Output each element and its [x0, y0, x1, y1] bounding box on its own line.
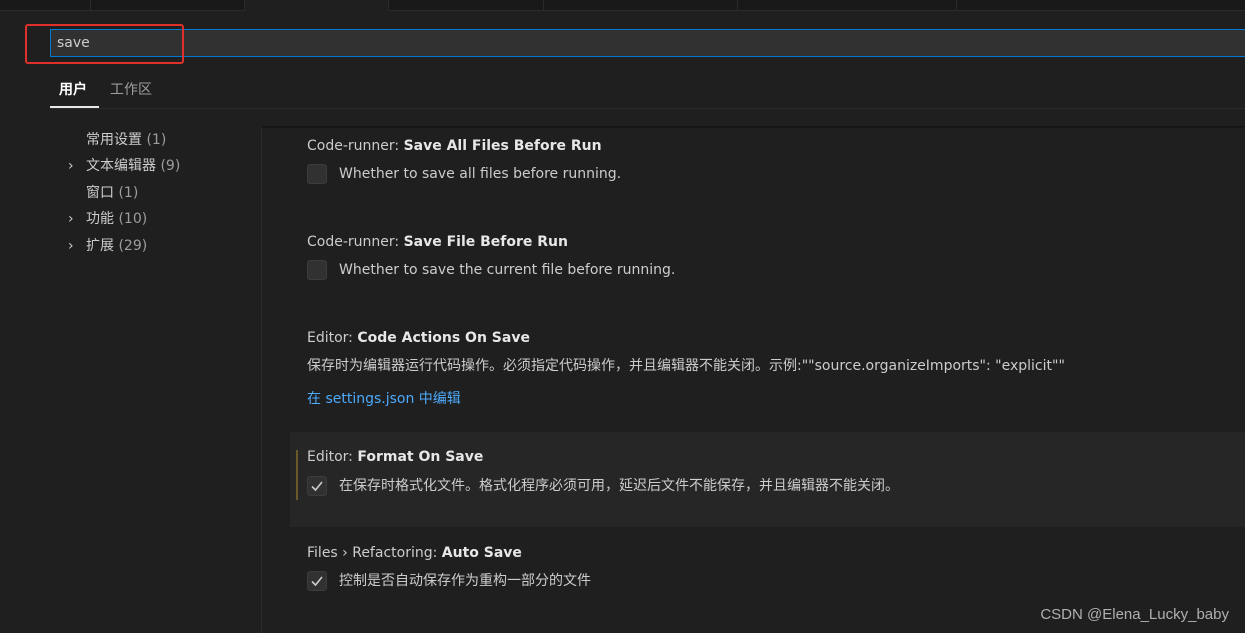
toc-divider — [261, 128, 262, 633]
toc-item-count: (1) — [118, 185, 139, 201]
settings-search-input[interactable] — [57, 30, 1237, 56]
toc-item-label: 扩展 — [86, 238, 114, 254]
toc-item-count: (1) — [146, 132, 167, 148]
chevron-right-icon[interactable]: › — [68, 235, 86, 257]
toc-item-extensions[interactable]: › 扩展 (29) — [68, 235, 147, 257]
setting-code-actions-on-save: Editor: Code Actions On Save 保存时为编辑器运行代码… — [290, 320, 1245, 432]
setting-title: Code-runner: Save All Files Before Run — [307, 138, 602, 154]
toc-item-label: 窗口 — [86, 185, 114, 201]
setting-description: Whether to save all files before running… — [339, 166, 622, 182]
check-icon — [311, 481, 323, 492]
scope-divider — [50, 108, 1245, 109]
watermark: CSDN @Elena_Lucky_baby — [1040, 606, 1229, 623]
tab-user[interactable]: 用户 — [51, 80, 95, 100]
setting-checkbox[interactable] — [307, 476, 327, 496]
setting-checkbox[interactable] — [307, 164, 327, 184]
setting-description: 在保存时格式化文件。格式化程序必须可用，延迟后文件不能保存，并且编辑器不能关闭。 — [339, 478, 899, 494]
setting-save-file-before-run: Code-runner: Save File Before Run Whethe… — [290, 224, 1245, 320]
tab-workspace[interactable]: 工作区 — [102, 80, 160, 100]
check-icon — [311, 576, 323, 587]
toc-item-label: 功能 — [86, 211, 114, 227]
editor-tab-strip — [0, 0, 1245, 11]
tab-separator — [388, 0, 389, 10]
toc-item-label: 文本编辑器 — [86, 158, 156, 174]
tab-separator — [737, 0, 738, 10]
active-tab[interactable] — [245, 0, 388, 11]
setting-description: Whether to save the current file before … — [339, 262, 676, 278]
setting-title: Code-runner: Save File Before Run — [307, 234, 568, 250]
toc-item-text-editor[interactable]: › 文本编辑器 (9) — [68, 155, 180, 177]
setting-checkbox[interactable] — [307, 571, 327, 591]
toc-item-count: (10) — [118, 211, 148, 227]
toc-item-label: 常用设置 — [86, 132, 142, 148]
toc-item-common[interactable]: 常用设置 (1) — [68, 129, 166, 151]
modified-indicator — [296, 450, 298, 500]
setting-save-all-files-before-run: Code-runner: Save All Files Before Run W… — [290, 128, 1245, 224]
setting-description: 保存时为编辑器运行代码操作。必须指定代码操作，并且编辑器不能关闭。示例:""so… — [307, 358, 1065, 374]
tab-separator — [543, 0, 544, 10]
chevron-right-icon[interactable]: › — [68, 155, 86, 177]
setting-title: Files › Refactoring: Auto Save — [307, 545, 522, 561]
setting-format-on-save: Editor: Format On Save 在保存时格式化文件。格式化程序必须… — [290, 432, 1245, 527]
setting-description: 控制是否自动保存作为重构一部分的文件 — [339, 573, 591, 589]
tab-separator — [956, 0, 957, 10]
setting-checkbox[interactable] — [307, 260, 327, 280]
toc-item-features[interactable]: › 功能 (10) — [68, 208, 147, 230]
settings-search-box[interactable] — [50, 29, 1245, 57]
setting-title: Editor: Format On Save — [307, 449, 484, 465]
setting-title: Editor: Code Actions On Save — [307, 330, 530, 346]
tab-separator — [90, 0, 91, 10]
toc-item-window[interactable]: 窗口 (1) — [68, 182, 138, 204]
toc-item-count: (9) — [160, 158, 181, 174]
edit-in-settings-json-link[interactable]: 在 settings.json 中编辑 — [307, 389, 461, 409]
toc-item-count: (29) — [118, 238, 148, 254]
settings-editor: 用户 工作区 常用设置 (1) ›文本编辑器 (9) 窗口 (1) ›功能 (1… — [0, 0, 1245, 633]
chevron-right-icon[interactable]: › — [68, 208, 86, 230]
